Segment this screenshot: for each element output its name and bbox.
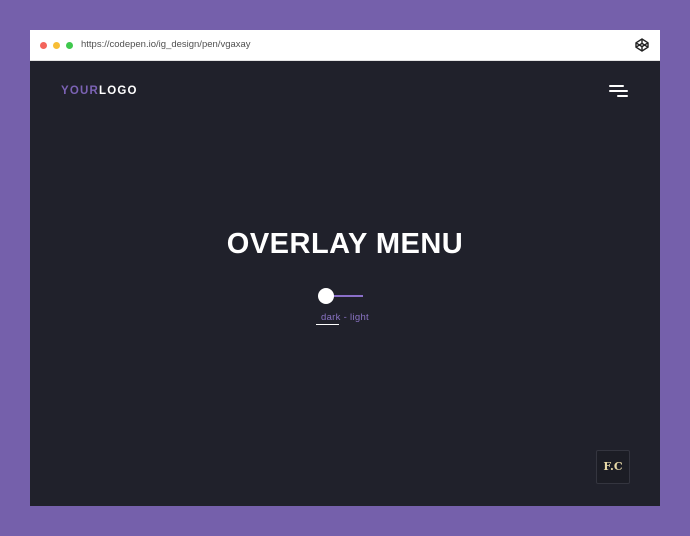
- theme-toggle[interactable]: [316, 286, 364, 306]
- author-badge[interactable]: F.C: [596, 450, 630, 484]
- theme-toggle-label: dark - light: [321, 312, 369, 323]
- active-option-underline: [316, 324, 339, 325]
- toggle-knob[interactable]: [318, 288, 334, 304]
- minimize-window-dot[interactable]: [53, 42, 60, 49]
- menu-line: [609, 85, 624, 87]
- logo-text: LOGO: [99, 85, 138, 97]
- logo-accent-text: YOUR: [61, 85, 100, 97]
- browser-address-bar: https://codepen.io/ig_design/pen/vgaxay: [30, 30, 660, 61]
- menu-line: [609, 90, 628, 92]
- browser-window: https://codepen.io/ig_design/pen/vgaxay …: [30, 30, 660, 506]
- site-logo[interactable]: YOURLOGO: [61, 85, 138, 97]
- codepen-icon[interactable]: [635, 38, 649, 52]
- url-text[interactable]: https://codepen.io/ig_design/pen/vgaxay: [81, 38, 251, 52]
- hamburger-menu-icon[interactable]: [609, 84, 631, 100]
- close-window-dot[interactable]: [40, 42, 47, 49]
- menu-line: [617, 95, 628, 97]
- maximize-window-dot[interactable]: [66, 42, 73, 49]
- page-title: OVERLAY MENU: [226, 228, 464, 260]
